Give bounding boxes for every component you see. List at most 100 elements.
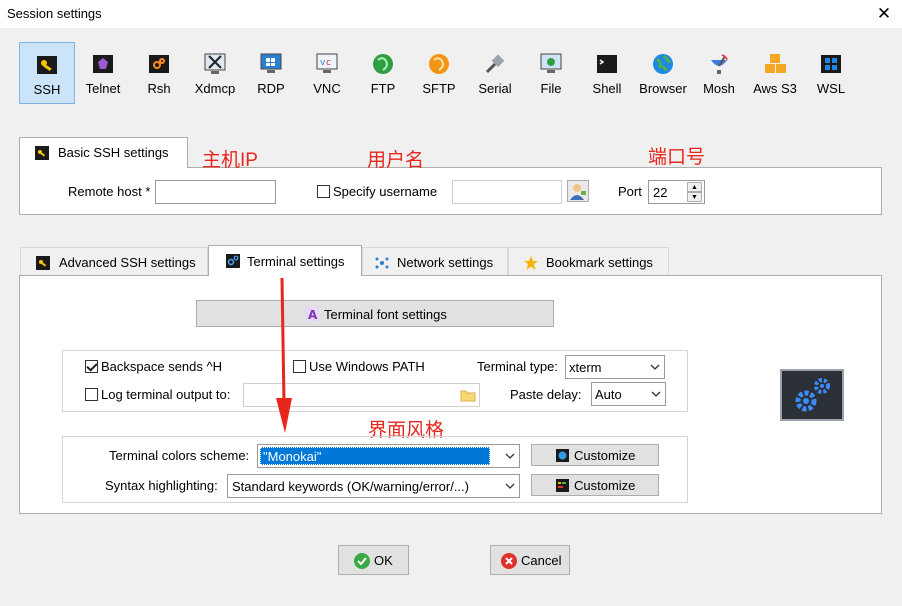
- toolbar-mosh[interactable]: Mosh: [691, 42, 747, 104]
- toolbar-wsl[interactable]: WSL: [803, 42, 859, 104]
- select-value: "Monokai": [260, 447, 490, 465]
- tab-network-settings[interactable]: Network settings: [362, 247, 508, 275]
- file-icon: [540, 53, 562, 73]
- ok-button[interactable]: OK: [338, 545, 409, 575]
- toolbar-browser[interactable]: Browser: [635, 42, 691, 104]
- button-label: Customize: [574, 478, 636, 493]
- toolbar-label: Browser: [639, 81, 687, 96]
- button-label: Cancel: [521, 553, 562, 568]
- chevron-down-icon: [651, 391, 661, 397]
- syntax-highlighting-label: Syntax highlighting:: [105, 478, 218, 493]
- toolbar-label: Rsh: [147, 81, 171, 96]
- annotation-username: 用户名: [367, 150, 425, 171]
- log-output-label: Log terminal output to:: [101, 387, 231, 402]
- tab-basic-ssh-settings[interactable]: Basic SSH settings: [19, 137, 188, 168]
- select-value: Auto: [595, 387, 622, 402]
- tab-advanced-ssh-settings[interactable]: Advanced SSH settings: [20, 247, 208, 275]
- font-icon: A: [306, 307, 319, 321]
- cancel-button[interactable]: Cancel: [490, 545, 570, 575]
- toolbar-sftp[interactable]: SFTP: [411, 42, 467, 104]
- toolbar-label: SFTP: [422, 81, 456, 96]
- windows-path-label: Use Windows PATH: [309, 359, 425, 374]
- title-bar: [0, 0, 902, 28]
- tab-bookmark-settings[interactable]: Bookmark settings: [508, 247, 669, 275]
- stepper-up-icon[interactable]: ▲: [687, 182, 702, 192]
- check-circle-icon: [354, 553, 370, 569]
- user-icon: [570, 184, 586, 200]
- close-icon[interactable]: ✕: [874, 4, 894, 24]
- shell-icon: [597, 55, 617, 73]
- specify-username-checkbox[interactable]: [317, 185, 330, 198]
- rdp-icon: [260, 53, 282, 73]
- ssh-key-icon: [37, 56, 57, 74]
- remote-host-input[interactable]: [155, 180, 276, 204]
- customize-syntax-button[interactable]: Customize: [531, 474, 659, 496]
- backspace-checkbox[interactable]: [85, 360, 98, 373]
- syntax-icon: [556, 479, 569, 492]
- toolbar-aws-s3[interactable]: Aws S3: [747, 42, 803, 104]
- toolbar-xdmcp[interactable]: Xdmcp: [187, 42, 243, 104]
- specify-username-label: Specify username: [333, 184, 438, 199]
- serial-icon: [485, 54, 505, 74]
- toolbar-vnc[interactable]: vc VNC: [299, 42, 355, 104]
- chevron-down-icon: [650, 364, 660, 370]
- toolbar-label: FTP: [370, 81, 396, 96]
- toolbar-serial[interactable]: Serial: [467, 42, 523, 104]
- browser-icon: [653, 54, 673, 74]
- toolbar-label: Serial: [478, 81, 512, 96]
- tab-label: Bookmark settings: [546, 255, 653, 270]
- username-input[interactable]: [452, 180, 562, 204]
- vnc-icon: vc: [316, 53, 338, 73]
- svg-text:A: A: [308, 308, 318, 321]
- syntax-highlighting-select[interactable]: Standard keywords (OK/warning/error/...): [227, 474, 520, 498]
- ssh-key-icon: [36, 256, 50, 270]
- terminal-type-select[interactable]: xterm: [565, 355, 665, 379]
- select-value: xterm: [569, 360, 602, 375]
- telnet-icon: [93, 55, 113, 73]
- toolbar-rdp[interactable]: RDP: [243, 42, 299, 104]
- paste-delay-select[interactable]: Auto: [591, 382, 666, 406]
- palette-icon: [556, 449, 569, 462]
- port-stepper[interactable]: 22 ▲ ▼: [648, 180, 705, 204]
- toolbar-telnet[interactable]: Telnet: [75, 42, 131, 104]
- annotation-port: 端口号: [648, 147, 706, 168]
- folder-icon[interactable]: [460, 387, 476, 403]
- button-label: Customize: [574, 448, 636, 463]
- xdmcp-icon: [204, 53, 226, 74]
- remote-host-label: Remote host *: [68, 184, 151, 199]
- terminal-settings-gear-icon: [780, 369, 844, 421]
- mosh-icon: [711, 54, 728, 74]
- ftp-icon: [373, 54, 393, 74]
- log-output-checkbox[interactable]: [85, 388, 98, 401]
- toolbar-file[interactable]: File: [523, 42, 579, 104]
- backspace-label: Backspace sends ^H: [101, 359, 222, 374]
- toolbar-label: Aws S3: [753, 81, 797, 96]
- user-picker-button[interactable]: [567, 180, 589, 202]
- colors-scheme-label: Terminal colors scheme:: [109, 448, 250, 463]
- toolbar-ftp[interactable]: FTP: [355, 42, 411, 104]
- tab-label: Terminal settings: [247, 254, 345, 269]
- button-label: OK: [374, 553, 393, 568]
- select-value: Standard keywords (OK/warning/error/...): [232, 479, 469, 494]
- aws-s3-icon: [765, 54, 786, 73]
- colors-scheme-select[interactable]: "Monokai": [257, 444, 520, 468]
- toolbar-rsh[interactable]: Rsh: [131, 42, 187, 104]
- rsh-icon: [149, 55, 169, 73]
- tab-terminal-settings[interactable]: Terminal settings: [208, 245, 362, 276]
- toolbar-label: Xdmcp: [194, 81, 236, 96]
- toolbar-label: VNC: [313, 81, 341, 96]
- chevron-down-icon: [505, 453, 515, 459]
- terminal-font-settings-button[interactable]: A Terminal font settings: [196, 300, 554, 327]
- sftp-icon: [429, 54, 449, 74]
- toolbar-label: Telnet: [85, 81, 121, 96]
- tab-label: Advanced SSH settings: [59, 255, 196, 270]
- toolbar-label: File: [540, 81, 562, 96]
- svg-text:c: c: [326, 58, 331, 68]
- toolbar-shell[interactable]: Shell: [579, 42, 635, 104]
- wsl-icon: [821, 55, 841, 73]
- stepper-down-icon[interactable]: ▼: [687, 192, 702, 202]
- toolbar-label: SSH: [33, 82, 61, 97]
- toolbar-ssh[interactable]: SSH: [19, 42, 75, 104]
- toolbar-label: WSL: [816, 81, 846, 96]
- customize-colors-button[interactable]: Customize: [531, 444, 659, 466]
